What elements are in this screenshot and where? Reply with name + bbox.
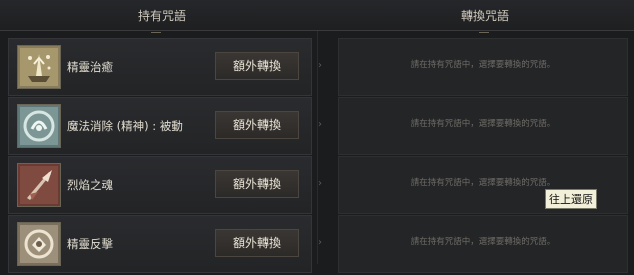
extra-convert-button[interactable]: 額外轉換 bbox=[215, 111, 299, 139]
spirit-counter-icon bbox=[17, 222, 61, 266]
spell-row: 精靈治癒 額外轉換 › 請在持有咒語中，選擇要轉換的咒語。 bbox=[0, 38, 634, 98]
spell-row: 烈焰之魂 額外轉換 › 請在持有咒語中，選擇要轉換的咒語。 bbox=[0, 156, 634, 216]
extra-convert-button[interactable]: 額外轉換 bbox=[215, 52, 299, 80]
spell-row: 精靈反擊 額外轉換 › 請在持有咒語中，選擇要轉換的咒語。 bbox=[0, 215, 634, 275]
spell-row: 魔法消除 (精神) : 被動 額外轉換 › 請在持有咒語中，選擇要轉換的咒語。 bbox=[0, 97, 634, 157]
select-hint-text: 請在持有咒語中，選擇要轉換的咒語。 bbox=[410, 60, 556, 70]
extra-convert-button[interactable]: 額外轉換 bbox=[215, 170, 299, 198]
extra-convert-button[interactable]: 額外轉換 bbox=[215, 229, 299, 257]
select-hint-text: 請在持有咒語中，選擇要轉換的咒語。 bbox=[410, 178, 556, 188]
header-ornament bbox=[479, 28, 489, 33]
header-ornament bbox=[151, 28, 161, 33]
convert-target-slot[interactable]: 請在持有咒語中，選擇要轉換的咒語。 bbox=[338, 97, 628, 155]
spell-name: 精靈治癒 bbox=[67, 60, 113, 74]
convert-target-slot[interactable]: 請在持有咒語中，選擇要轉換的咒語。 bbox=[338, 38, 628, 96]
owned-spell-slot[interactable]: 魔法消除 (精神) : 被動 額外轉換 bbox=[8, 97, 312, 155]
select-hint-text: 請在持有咒語中，選擇要轉換的咒語。 bbox=[410, 119, 556, 129]
chevron-right-icon: › bbox=[318, 237, 322, 248]
convert-spells-title: 轉換咒語 bbox=[461, 9, 510, 23]
owned-spells-title: 持有咒語 bbox=[138, 9, 187, 23]
owned-spell-slot[interactable]: 精靈治癒 額外轉換 bbox=[8, 38, 312, 96]
flame-soul-icon bbox=[17, 163, 61, 207]
owned-spell-slot[interactable]: 精靈反擊 額外轉換 bbox=[8, 215, 312, 273]
owned-spell-slot[interactable]: 烈焰之魂 額外轉換 bbox=[8, 156, 312, 214]
spirit-heal-icon bbox=[17, 45, 61, 89]
select-hint-text: 請在持有咒語中，選擇要轉換的咒語。 bbox=[410, 237, 556, 247]
chevron-right-icon: › bbox=[318, 60, 322, 71]
chevron-right-icon: › bbox=[318, 119, 322, 130]
magic-cancel-icon bbox=[17, 104, 61, 148]
panel-header: 持有咒語 轉換咒語 bbox=[0, 0, 634, 33]
chevron-right-icon: › bbox=[318, 178, 322, 189]
spell-name: 魔法消除 (精神) : 被動 bbox=[67, 119, 183, 133]
convert-target-slot[interactable]: 請在持有咒語中，選擇要轉換的咒語。 bbox=[338, 215, 628, 273]
spell-name: 烈焰之魂 bbox=[67, 178, 113, 192]
tooltip: 往上還原 bbox=[545, 189, 597, 209]
spell-name: 精靈反擊 bbox=[67, 237, 113, 251]
